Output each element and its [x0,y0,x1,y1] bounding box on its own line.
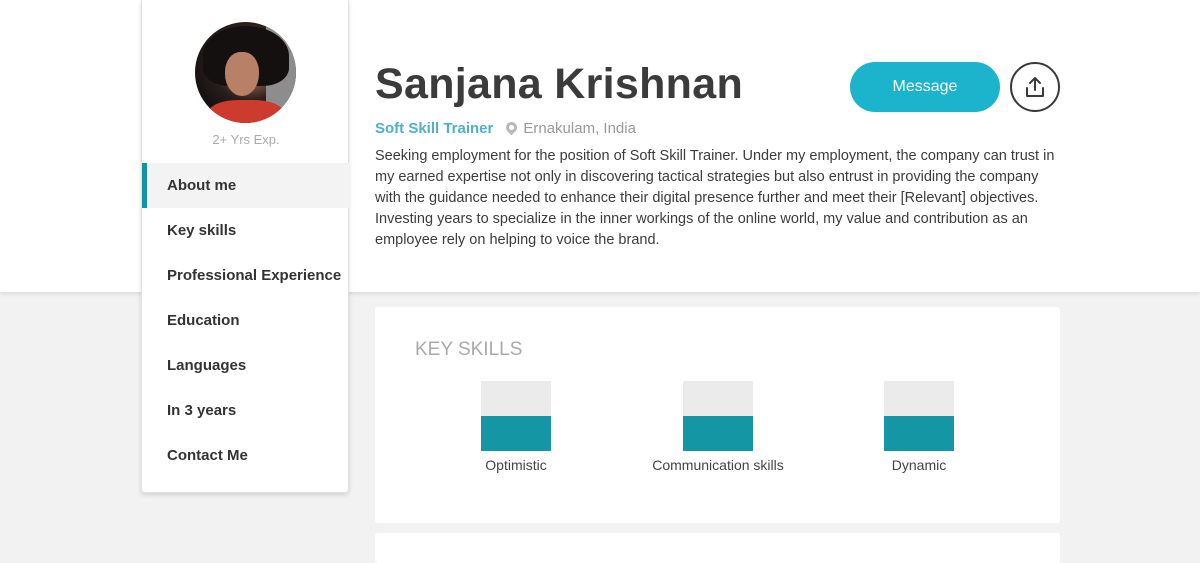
location-pin-icon [504,119,520,136]
next-section-card [375,533,1060,563]
sidebar-item-education[interactable]: Education [142,298,349,343]
profile-location: Ernakulam, India [523,120,636,137]
sidebar-item-about-me[interactable]: About me [142,163,349,208]
skill-label: Dynamic [891,457,947,473]
sidebar-item-professional-experience[interactable]: Professional Experience [142,253,349,298]
skill-meter [884,381,954,451]
key-skills-card: KEY SKILLS Optimistic Communication skil… [375,307,1060,523]
sidebar-item-languages[interactable]: Languages [142,343,349,388]
sidebar-item-contact-me[interactable]: Contact Me [142,433,349,478]
skill-item: Optimistic [436,381,596,473]
skill-item: Communication skills [638,381,798,473]
skill-meter-fill [481,416,551,451]
avatar [195,22,296,123]
skill-meter-fill [683,416,753,451]
profile-sidebar: 2+ Yrs Exp. About me Key skills Professi… [141,0,349,493]
key-skills-title: KEY SKILLS [415,339,523,360]
skill-item: Dynamic [839,381,999,473]
profile-about: Seeking employment for the position of S… [375,148,1055,248]
skill-meter-fill [884,416,954,451]
profile-meta: Soft Skill Trainer Ernakulam, India [375,119,636,137]
sidebar-nav: About me Key skills Professional Experie… [142,163,349,478]
skill-label: Optimistic [485,457,547,473]
share-upload-icon [1026,77,1044,97]
skill-meter [481,381,551,451]
sidebar-item-key-skills[interactable]: Key skills [142,208,349,253]
sidebar-item-in-3-years[interactable]: In 3 years [142,388,349,433]
message-button[interactable]: Message [850,62,1000,112]
profile-role: Soft Skill Trainer [375,120,494,137]
skill-meter [683,381,753,451]
share-button[interactable] [1010,62,1060,112]
profile-name: Sanjana Krishnan [375,60,744,108]
skill-label: Communication skills [652,457,784,473]
experience-label: 2+ Yrs Exp. [212,132,280,147]
